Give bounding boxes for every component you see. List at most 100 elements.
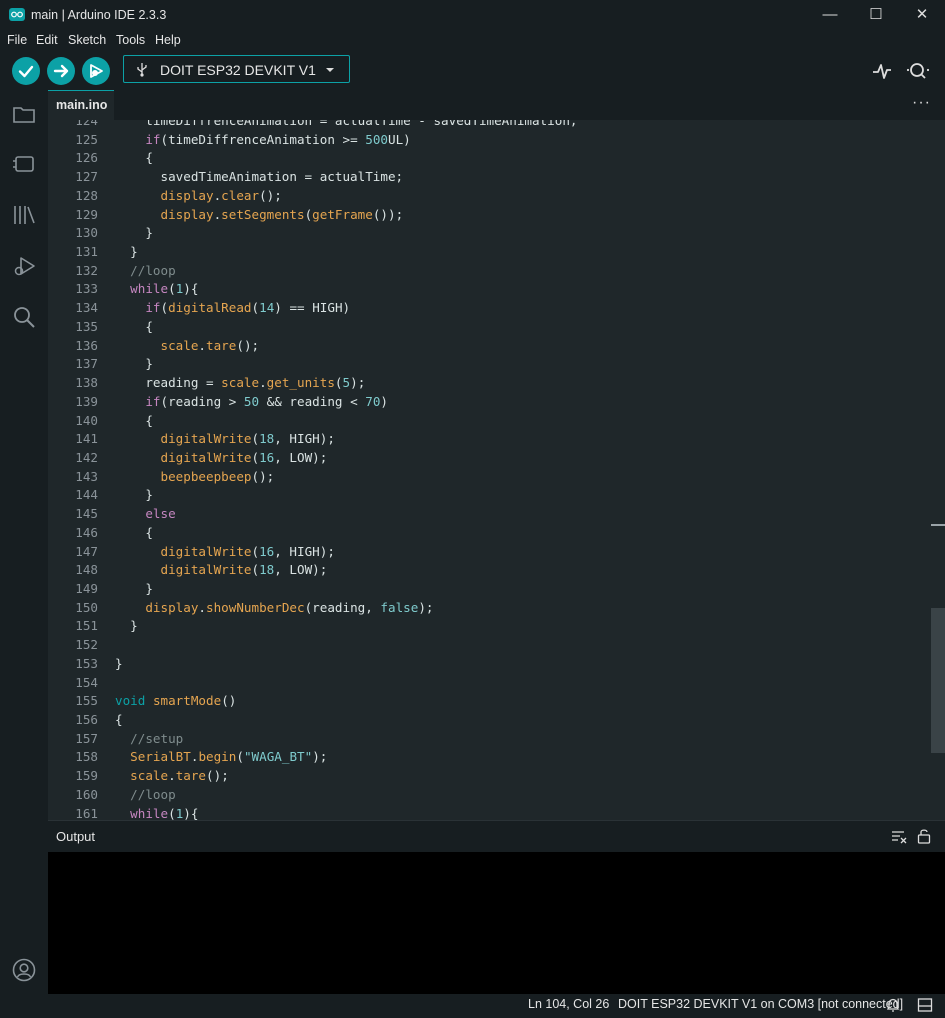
line-number: 136 [75, 337, 98, 353]
usb-icon [137, 63, 147, 77]
code-line[interactable]: 136 scale.tare(); [48, 338, 928, 357]
upload-button[interactable] [47, 57, 75, 85]
debug-panel-button[interactable] [12, 254, 36, 278]
code-line[interactable]: 125 if(timeDiffrenceAnimation >= 500UL) [48, 132, 928, 151]
output-console[interactable] [48, 852, 945, 994]
code-line[interactable]: 128 display.clear(); [48, 188, 928, 207]
line-number: 160 [75, 786, 98, 802]
line-number: 152 [75, 637, 98, 653]
line-number: 146 [75, 524, 98, 540]
layout-toggle-button[interactable] [917, 997, 933, 1013]
unlock-icon [917, 829, 931, 844]
activity-bar [0, 90, 48, 995]
code-line[interactable]: 156 { [48, 712, 928, 731]
board-status[interactable]: DOIT ESP32 DEVKIT V1 on COM3 [not connec… [618, 997, 903, 1011]
line-number: 147 [75, 543, 98, 559]
line-number: 148 [75, 562, 98, 578]
code-text: { [115, 412, 153, 428]
line-number: 138 [75, 375, 98, 391]
verify-button[interactable] [12, 57, 40, 85]
search-button[interactable] [12, 305, 36, 329]
menu-help[interactable]: Help [155, 33, 181, 47]
code-line[interactable]: 129 display.setSegments(getFrame()); [48, 207, 928, 226]
sketchbook-button[interactable] [12, 102, 36, 126]
profile-button[interactable] [12, 958, 36, 982]
cursor-position[interactable]: Ln 104, Col 26 [528, 997, 609, 1011]
code-text: //loop [130, 786, 176, 802]
code-line[interactable]: 134 if(digitalRead(14) == HIGH) [48, 300, 928, 319]
menu-file[interactable]: File [7, 33, 27, 47]
code-line[interactable]: 143 beepbeepbeep(); [48, 469, 928, 488]
menu-sketch[interactable]: Sketch [68, 33, 106, 47]
code-line[interactable]: 130 } [48, 225, 928, 244]
bell-icon [886, 998, 900, 1012]
line-number: 141 [75, 431, 98, 447]
code-line[interactable]: 142 digitalWrite(16, LOW); [48, 450, 928, 469]
code-line[interactable]: 157 //setup [48, 731, 928, 750]
line-number: 156 [75, 712, 98, 728]
code-line[interactable]: 149 } [48, 581, 928, 600]
line-number: 132 [75, 262, 98, 278]
line-number: 145 [75, 506, 98, 522]
debug-button[interactable] [82, 57, 110, 85]
line-number: 124 [75, 120, 98, 128]
code-line[interactable]: 131 } [48, 244, 928, 263]
line-number: 158 [75, 749, 98, 765]
code-line[interactable]: 151 } [48, 618, 928, 637]
code-line[interactable]: 132 //loop [48, 263, 928, 282]
code-text: { [115, 524, 153, 540]
menu-edit[interactable]: Edit [36, 33, 58, 47]
scroll-lock-button[interactable] [917, 828, 931, 844]
code-line[interactable]: 159 scale.tare(); [48, 768, 928, 787]
line-number: 127 [75, 169, 98, 185]
code-line[interactable]: 161 while(1){ [48, 806, 928, 820]
code-line[interactable]: 146 { [48, 525, 928, 544]
code-line[interactable]: 137 } [48, 356, 928, 375]
editor-scrollbar[interactable] [931, 120, 945, 820]
maximize-button[interactable]: ☐ [853, 0, 899, 30]
line-number: 134 [75, 300, 98, 316]
minimize-button[interactable]: — [807, 0, 853, 30]
clear-output-button[interactable] [891, 830, 907, 844]
serial-monitor-icon [906, 63, 930, 79]
code-line[interactable]: 138 reading = scale.get_units(5); [48, 375, 928, 394]
code-line[interactable]: 155 void smartMode() [48, 693, 928, 712]
code-line[interactable]: 145 else [48, 506, 928, 525]
library-icon [14, 206, 35, 224]
code-line[interactable]: 154 [48, 675, 928, 694]
scrollbar-thumb[interactable] [931, 608, 945, 753]
code-line[interactable]: 135 { [48, 319, 928, 338]
code-line[interactable]: 147 digitalWrite(16, HIGH); [48, 544, 928, 563]
code-text: digitalWrite(18, LOW); [160, 562, 328, 578]
code-line[interactable]: 124 timeDiffrenceAnimation = actualTime … [48, 120, 928, 132]
notifications-button[interactable] [886, 997, 900, 1013]
board-selector[interactable]: DOIT ESP32 DEVKIT V1 [123, 55, 350, 83]
boards-manager-button[interactable] [12, 152, 36, 176]
code-line[interactable]: 139 if(reading > 50 && reading < 70) [48, 394, 928, 413]
serial-plotter-button[interactable] [871, 60, 893, 82]
code-line[interactable]: 152 [48, 637, 928, 656]
code-line[interactable]: 153} [48, 656, 928, 675]
code-editor[interactable]: 124 timeDiffrenceAnimation = actualTime … [48, 120, 945, 820]
menu-tools[interactable]: Tools [116, 33, 145, 47]
library-manager-button[interactable] [12, 203, 36, 227]
code-line[interactable]: 160 //loop [48, 787, 928, 806]
serial-monitor-button[interactable] [905, 60, 931, 82]
code-line[interactable]: 158 SerialBT.begin("WAGA_BT"); [48, 749, 928, 768]
code-line[interactable]: 141 digitalWrite(18, HIGH); [48, 431, 928, 450]
close-button[interactable]: ✕ [899, 0, 945, 30]
more-options-button[interactable]: ··· [912, 94, 931, 112]
code-line[interactable]: 148 digitalWrite(18, LOW); [48, 562, 928, 581]
code-text: } [115, 618, 138, 634]
line-number: 139 [75, 393, 98, 409]
code-text: timeDiffrenceAnimation = actualTime - sa… [115, 120, 578, 128]
code-line[interactable]: 127 savedTimeAnimation = actualTime; [48, 169, 928, 188]
code-line[interactable]: 140 { [48, 413, 928, 432]
tab-main-ino[interactable]: main.ino [48, 90, 114, 120]
code-text: digitalWrite(16, LOW); [160, 449, 328, 465]
code-text: SerialBT.begin("WAGA_BT"); [130, 749, 328, 765]
code-line[interactable]: 150 display.showNumberDec(reading, false… [48, 600, 928, 619]
code-line[interactable]: 126 { [48, 150, 928, 169]
code-line[interactable]: 133 while(1){ [48, 281, 928, 300]
code-line[interactable]: 144 } [48, 487, 928, 506]
